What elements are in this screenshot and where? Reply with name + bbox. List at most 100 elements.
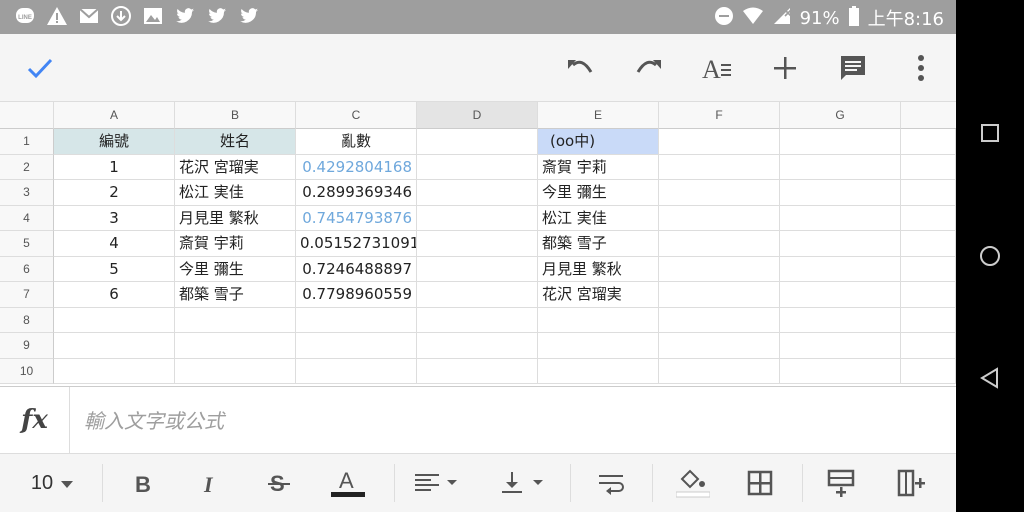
row-header-2[interactable]: 2 [0, 154, 54, 180]
cell-e9[interactable] [538, 333, 659, 359]
cell-f10[interactable] [659, 358, 780, 384]
cell-h5[interactable] [901, 231, 956, 257]
cell-c9[interactable] [296, 333, 417, 359]
cell-f8[interactable] [659, 307, 780, 333]
cell-c1[interactable]: 亂數 [296, 129, 417, 155]
fill-color-icon[interactable] [676, 466, 710, 500]
cell-a1[interactable]: 編號 [54, 129, 175, 155]
undo-icon[interactable] [562, 50, 598, 86]
cell-e2[interactable]: 斎賀 宇莉 [538, 154, 659, 180]
cell-c2[interactable]: 0.4292804168 [296, 154, 417, 180]
cell-g8[interactable] [780, 307, 901, 333]
cell-d4[interactable] [417, 205, 538, 231]
column-header-g[interactable]: G [780, 102, 901, 129]
cell-b2[interactable]: 花沢 宮瑠実 [175, 154, 296, 180]
cell-a5[interactable]: 4 [54, 231, 175, 257]
cell-c7[interactable]: 0.7798960559 [296, 282, 417, 308]
cell-c10[interactable] [296, 358, 417, 384]
comment-icon[interactable] [835, 50, 871, 86]
cell-b3[interactable]: 松江 実佳 [175, 180, 296, 206]
bold-icon[interactable]: B [128, 466, 158, 500]
cell-e6[interactable]: 月見里 繁秋 [538, 256, 659, 282]
row-header-8[interactable]: 8 [0, 307, 54, 333]
row-header-5[interactable]: 5 [0, 231, 54, 257]
cell-b1[interactable]: 姓名 [175, 129, 296, 155]
cell-f1[interactable] [659, 129, 780, 155]
cell-h6[interactable] [901, 256, 956, 282]
cell-e4[interactable]: 松江 実佳 [538, 205, 659, 231]
fx-icon[interactable]: fx [0, 387, 70, 453]
column-header-f[interactable]: F [659, 102, 780, 129]
cell-d2[interactable] [417, 154, 538, 180]
recents-button[interactable] [956, 113, 1024, 153]
text-format-icon[interactable]: A [699, 50, 735, 86]
row-header-6[interactable]: 6 [0, 256, 54, 282]
cell-g6[interactable] [780, 256, 901, 282]
cell-d6[interactable] [417, 256, 538, 282]
cell-h7[interactable] [901, 282, 956, 308]
cell-c3[interactable]: 0.2899369346 [296, 180, 417, 206]
cell-f4[interactable] [659, 205, 780, 231]
cell-g7[interactable] [780, 282, 901, 308]
row-header-1[interactable]: 1 [0, 129, 54, 155]
corner-header[interactable] [0, 102, 54, 129]
cell-h3[interactable] [901, 180, 956, 206]
cell-h8[interactable] [901, 307, 956, 333]
column-header-c[interactable]: C [296, 102, 417, 129]
cell-g1[interactable] [780, 129, 901, 155]
insert-row-icon[interactable] [824, 466, 858, 500]
font-size-dropdown[interactable]: 10 [22, 466, 82, 500]
cell-a6[interactable]: 5 [54, 256, 175, 282]
insert-column-icon[interactable] [894, 466, 928, 500]
cell-a9[interactable] [54, 333, 175, 359]
cell-f5[interactable] [659, 231, 780, 257]
back-button[interactable] [956, 358, 1024, 398]
borders-icon[interactable] [744, 466, 776, 500]
cell-b8[interactable] [175, 307, 296, 333]
column-header-b[interactable]: B [175, 102, 296, 129]
cell-g9[interactable] [780, 333, 901, 359]
cell-f3[interactable] [659, 180, 780, 206]
row-header-10[interactable]: 10 [0, 358, 54, 384]
cell-g10[interactable] [780, 358, 901, 384]
italic-icon[interactable]: I [196, 466, 226, 500]
cell-a8[interactable] [54, 307, 175, 333]
text-color-icon[interactable]: A [330, 466, 366, 500]
cell-c5[interactable]: 0.05152731091 [296, 231, 417, 257]
cell-e7[interactable]: 花沢 宮瑠実 [538, 282, 659, 308]
cell-a2[interactable]: 1 [54, 154, 175, 180]
cell-h1[interactable] [901, 129, 956, 155]
cell-a10[interactable] [54, 358, 175, 384]
add-icon[interactable] [767, 50, 803, 86]
cell-c4[interactable]: 0.7454793876 [296, 205, 417, 231]
row-header-3[interactable]: 3 [0, 180, 54, 206]
cell-f9[interactable] [659, 333, 780, 359]
row-header-7[interactable]: 7 [0, 282, 54, 308]
wrap-icon[interactable] [596, 466, 628, 500]
cell-e5[interactable]: 都築 雪子 [538, 231, 659, 257]
align-icon[interactable] [412, 466, 464, 500]
cell-b7[interactable]: 都築 雪子 [175, 282, 296, 308]
row-header-9[interactable]: 9 [0, 333, 54, 359]
cell-g4[interactable] [780, 205, 901, 231]
cell-f2[interactable] [659, 154, 780, 180]
cell-d5[interactable] [417, 231, 538, 257]
column-header-d[interactable]: D [417, 102, 538, 129]
cell-a3[interactable]: 2 [54, 180, 175, 206]
cell-d3[interactable] [417, 180, 538, 206]
cell-g3[interactable] [780, 180, 901, 206]
cell-e10[interactable] [538, 358, 659, 384]
cell-f6[interactable] [659, 256, 780, 282]
cell-a7[interactable]: 6 [54, 282, 175, 308]
cell-f7[interactable] [659, 282, 780, 308]
cell-a4[interactable]: 3 [54, 205, 175, 231]
check-icon[interactable] [22, 50, 58, 86]
strikethrough-icon[interactable]: S [264, 466, 294, 500]
redo-icon[interactable] [631, 50, 667, 86]
cell-b4[interactable]: 月見里 繁秋 [175, 205, 296, 231]
cell-g2[interactable] [780, 154, 901, 180]
column-header-a[interactable]: A [54, 102, 175, 129]
cell-g5[interactable] [780, 231, 901, 257]
column-header-h[interactable] [901, 102, 956, 129]
cell-d8[interactable] [417, 307, 538, 333]
